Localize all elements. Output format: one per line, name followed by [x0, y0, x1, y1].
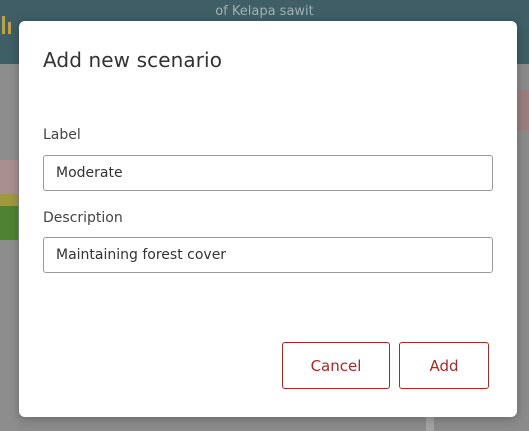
logo-bar-icon [8, 22, 11, 34]
background-chart-segment [0, 206, 18, 240]
logo-bar-icon [2, 16, 5, 34]
background-chart-segment [0, 160, 18, 194]
add-scenario-dialog: Add new scenario Label Description Cance… [19, 21, 517, 417]
description-input[interactable] [43, 237, 493, 273]
add-button[interactable]: Add [399, 342, 489, 389]
cancel-button[interactable]: Cancel [282, 342, 390, 389]
background-chart-segment [0, 194, 18, 206]
background-scroll-tick [426, 417, 434, 431]
description-field-label: Description [43, 210, 123, 226]
background-right-block [517, 90, 529, 130]
label-field-label: Label [43, 127, 81, 143]
background-header-title: of Kelapa sawit [215, 4, 314, 19]
background-left-panel [0, 64, 18, 431]
dialog-title: Add new scenario [43, 48, 223, 72]
label-input[interactable] [43, 155, 493, 191]
